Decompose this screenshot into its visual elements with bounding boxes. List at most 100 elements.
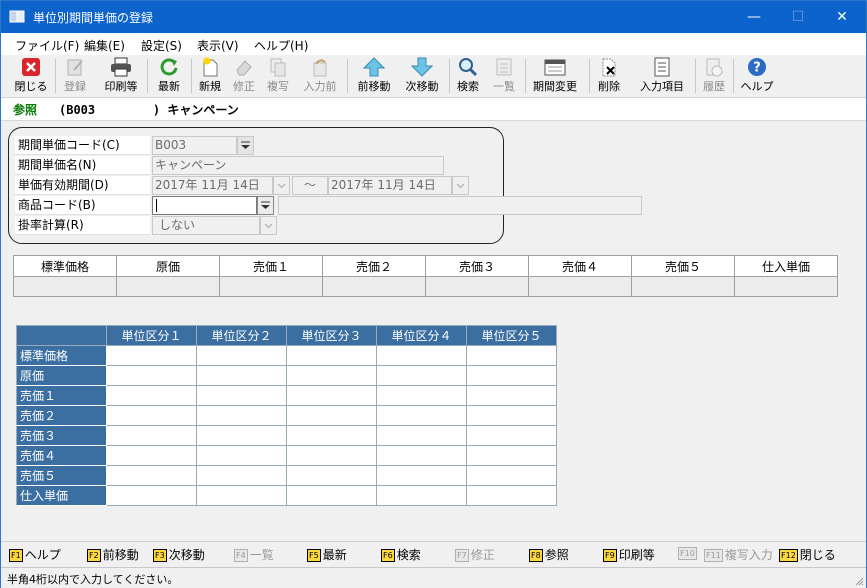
function-key-f6[interactable]: F6 検索 [381,546,421,563]
unit-price-cell[interactable] [196,405,287,426]
unit-price-cell[interactable] [376,425,467,446]
period-code-dropdown-button[interactable] [237,136,254,155]
toolbar-delete-button[interactable]: 削除 [595,57,623,95]
unit-price-cell[interactable] [286,445,377,466]
unit-price-cell[interactable] [106,405,197,426]
unit-price-cell[interactable] [376,445,467,466]
unit-price-cell[interactable] [286,465,377,486]
resize-grip-icon[interactable] [854,576,864,586]
unit-price-cell[interactable] [466,445,557,466]
toolbar-register-button[interactable]: 登録 [59,57,91,95]
unit-price-cell[interactable] [196,445,287,466]
toolbar-new-button[interactable]: 新規 [195,57,225,95]
unit-price-cell[interactable] [466,425,557,446]
function-key-f3[interactable]: F3 次移動 [153,546,205,563]
toolbar-period-change-button[interactable]: 期間変更 [529,57,581,95]
unit-price-cell[interactable] [106,485,197,506]
toolbar-input-items-button[interactable]: 入力項目 [637,57,687,95]
price-cell-sell3[interactable] [425,276,529,297]
unit-price-cell[interactable] [106,365,197,386]
function-key-f8[interactable]: F8 参照 [529,546,569,563]
unit-price-cell[interactable] [196,385,287,406]
period-code-field[interactable]: B003 [152,136,237,155]
unit-price-cell[interactable] [286,405,377,426]
function-key-f5[interactable]: F5 最新 [307,546,347,563]
valid-from-dropdown-button[interactable] [273,176,290,195]
unit-price-cell[interactable] [466,345,557,366]
menu-help[interactable]: ヘルプ(H) [254,37,308,54]
maximize-button[interactable]: ☐ [775,1,821,33]
unit-price-cell[interactable] [466,385,557,406]
price-cell-sell4[interactable] [528,276,632,297]
unit-price-cell[interactable] [286,485,377,506]
unit-price-cell[interactable] [196,345,287,366]
unit-price-cell[interactable] [196,365,287,386]
rate-calc-dropdown-button[interactable] [260,216,277,235]
unit-price-cell[interactable] [286,345,377,366]
unit-price-cell[interactable] [196,425,287,446]
price-cell-sell5[interactable] [631,276,735,297]
toolbar-copy-button[interactable]: 複写 [263,57,293,95]
unit-price-cell[interactable] [196,485,287,506]
menu-edit[interactable]: 編集(E) [84,37,125,54]
unit-price-cell[interactable] [376,485,467,506]
toolbar-print-button[interactable]: 印刷等 [101,57,141,95]
rate-calc-select[interactable]: しない [152,216,260,235]
unit-table-body: 標準価格 原価 売価１ 売価２ 売価３ 売価４ 売価５ 仕入単価 [16,345,557,506]
function-key-f11[interactable]: F11 複写入力 [704,546,773,563]
unit-price-cell[interactable] [376,465,467,486]
price-cell-sell2[interactable] [322,276,426,297]
unit-price-cell[interactable] [106,465,197,486]
function-key-f12[interactable]: F12 閉じる [779,546,836,563]
function-key-f10[interactable]: F10 [678,546,699,560]
unit-price-cell[interactable] [106,385,197,406]
price-cell-sell1[interactable] [219,276,323,297]
function-key-f2[interactable]: F2 前移動 [87,546,139,563]
unit-price-cell[interactable] [196,465,287,486]
unit-price-cell[interactable] [106,425,197,446]
unit-price-cell[interactable] [466,405,557,426]
menu-file[interactable]: ファイル(F) [15,37,79,54]
unit-price-cell[interactable] [466,485,557,506]
valid-to-dropdown-button[interactable] [452,176,469,195]
menu-settings[interactable]: 設定(S) [141,37,182,54]
price-cell-cost[interactable] [116,276,220,297]
price-cell-purchase[interactable] [734,276,838,297]
close-window-button[interactable]: ✕ [819,1,865,33]
toolbar-undo-input-button[interactable]: 入力前 [299,57,341,95]
function-key-f7[interactable]: F7 修正 [455,546,495,563]
toolbar-help-button[interactable]: ? ヘルプ [739,57,775,95]
valid-period-label: 単価有効期間(D) [15,176,150,195]
price-cell-standard[interactable] [13,276,117,297]
product-code-input[interactable] [152,196,257,215]
toolbar-list-button[interactable]: 一覧 [489,57,519,95]
function-key-f4[interactable]: F4 一覧 [234,546,274,563]
unit-price-cell[interactable] [376,365,467,386]
unit-price-cell[interactable] [286,365,377,386]
function-key-f1[interactable]: F1 ヘルプ [9,546,61,563]
valid-from-field[interactable]: 2017年 11月 14日 [152,176,273,195]
unit-price-cell[interactable] [286,425,377,446]
unit-price-cell[interactable] [376,345,467,366]
unit-price-cell[interactable] [466,365,557,386]
toolbar-search-button[interactable]: 検索 [453,57,483,95]
unit-price-cell[interactable] [286,385,377,406]
toolbar-history-button[interactable]: 履歴 [701,57,727,95]
menu-view[interactable]: 表示(V) [197,37,239,54]
unit-price-cell[interactable] [106,445,197,466]
unit-price-cell[interactable] [376,385,467,406]
toolbar-next-button[interactable]: 次移動 [401,57,443,95]
period-name-field[interactable]: キャンペーン [152,156,444,175]
toolbar-refresh-button[interactable]: 最新 [153,57,185,95]
function-key-f9[interactable]: F9 印刷等 [603,546,655,563]
unit-price-cell[interactable] [376,405,467,426]
toolbar-close-button[interactable]: 閉じる [11,57,51,95]
unit-price-cell[interactable] [106,345,197,366]
minimize-button[interactable]: — [731,1,777,33]
valid-to-field[interactable]: 2017年 11月 14日 [328,176,452,195]
unit-price-cell[interactable] [466,465,557,486]
toolbar-help-label: ヘルプ [740,80,774,93]
toolbar-edit-button[interactable]: 修正 [229,57,259,95]
toolbar-prev-button[interactable]: 前移動 [353,57,395,95]
product-code-dropdown-button[interactable] [257,196,274,215]
